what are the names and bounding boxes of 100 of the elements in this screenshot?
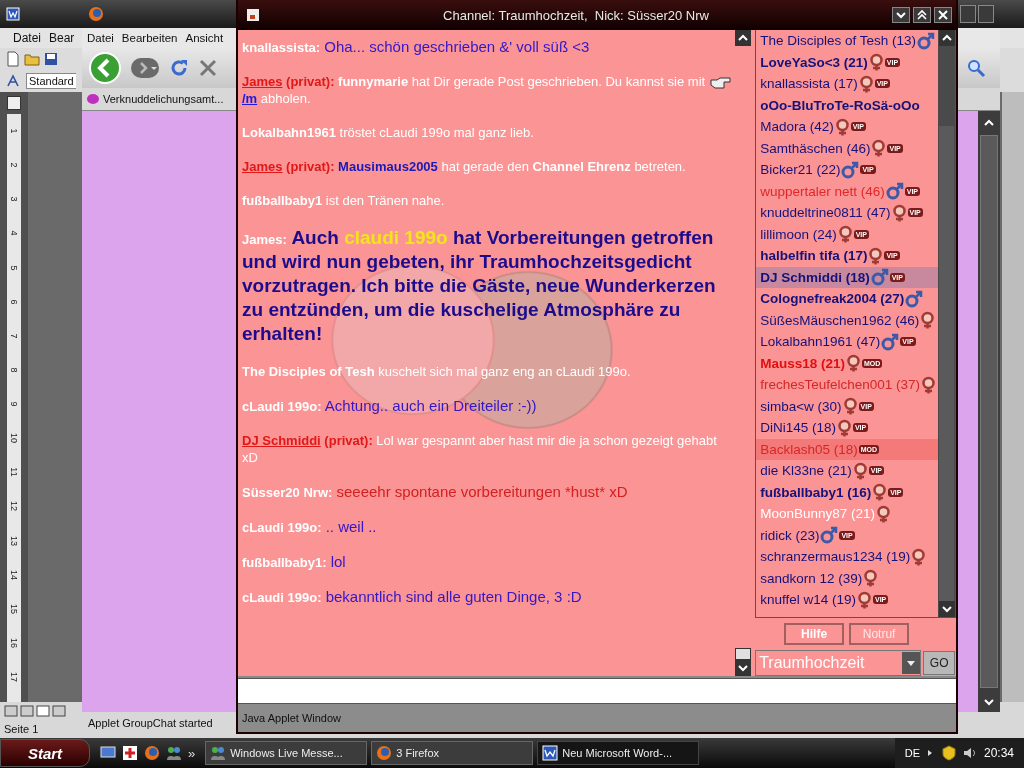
taskbar-button[interactable]: 3 Firefox [371,741,534,765]
stop-icon[interactable] [198,58,218,78]
tab-selector[interactable] [7,96,21,110]
people-icon[interactable] [166,745,182,761]
female-symbol-icon [868,53,884,72]
scroll-down-icon[interactable] [735,660,752,676]
view-buttons-icon[interactable] [4,705,68,717]
menu-item[interactable]: Datei [84,32,117,44]
ruler-number: 5 [9,265,19,270]
male-symbol-icon [820,526,839,545]
ruler-number: 16 [9,637,19,648]
firefox-icon[interactable] [144,745,160,761]
female-symbol-icon [836,418,852,437]
style-field[interactable]: Standard [26,73,76,89]
people-icon [210,745,227,761]
cross-app-icon[interactable] [122,745,138,761]
ruler-number: 12 [9,501,19,512]
menu-item[interactable]: Datei [10,31,44,45]
chat-message: The Disciples of Tesh kuschelt sich mal ganz eng an cLaudi 199o. [242,363,632,380]
chat-message: fußballbaby1: lol [242,553,347,571]
new-document-icon[interactable] [6,51,20,67]
more-button[interactable]: » [188,745,196,761]
ruler-number: 13 [9,535,19,546]
chat-message: knallassista: Oha... schön geschrieben &' voll süß <3 [242,38,591,56]
user-list-item[interactable]: The Disciples of Tesh (13) [756,30,938,52]
ruler-number: 8 [9,367,19,373]
command-link[interactable]: /m [242,91,258,106]
word-document-icon [542,745,559,761]
female-symbol-icon [856,590,872,609]
female-symbol-icon [834,117,850,136]
chat-message: cLaudi 199o: bekanntlich sind alle guten Dinge, 3 :D [242,588,583,606]
pointing-hand-icon [708,75,733,90]
save-icon[interactable] [44,52,58,66]
chat-message: DJ Schmiddi (privat): Lol war gespannt aber hast mir die ja schon gezeigt gehabt xD [242,432,718,466]
ruler-number: 6 [9,299,19,305]
male-symbol-icon [885,182,904,201]
speaker-icon[interactable] [961,746,978,760]
shield-icon[interactable] [941,745,956,761]
male-symbol-icon [917,31,935,50]
desktop-icon[interactable] [100,745,116,761]
male-symbol-icon [870,268,889,287]
user-list-item[interactable]: schranzermaus1234 (19) [756,546,938,568]
menu-item[interactable]: Bearbeiten [118,32,181,44]
male-symbol-icon [905,289,924,308]
scroll-up-icon[interactable] [938,30,955,46]
maximize-button[interactable] [913,7,931,23]
message-input[interactable] [238,678,956,703]
female-symbol-icon [863,569,879,588]
female-symbol-icon [852,461,868,480]
ruler-number: 11 [9,467,19,477]
female-symbol-icon [871,139,887,158]
female-symbol-icon [921,375,936,394]
status-text: Seite 1 [4,723,39,735]
female-symbol-icon [868,246,884,265]
go-button[interactable]: GO [923,651,956,675]
chat-scrollbar[interactable] [735,30,752,676]
female-symbol-icon [911,547,927,566]
female-symbol-icon [837,225,853,244]
scroll-thumb[interactable] [735,648,752,660]
ruler-number: 1 [9,128,19,134]
firefox-icon [376,745,393,761]
female-symbol-icon [876,504,891,523]
male-symbol-icon [881,332,900,351]
taskbar-button[interactable]: Neu Microsoft Word-... [537,741,700,765]
firefox-icon [88,6,104,22]
user-list-item[interactable]: sandkorn 12 (39) [756,567,938,589]
minimize-button[interactable] [892,7,910,23]
menu-item[interactable]: Bear [46,31,78,45]
user-list-item[interactable]: SüßesMäuschen1962 (46) [756,309,938,331]
menu-item[interactable]: Ansicht [182,32,227,44]
user-list-item[interactable]: oOo-BluTroTe-RoSä-oOo [756,94,938,116]
female-symbol-icon [891,203,907,222]
male-symbol-icon [841,160,860,179]
chat-message: James: Auch claudi 199o hat Vorbereitungen getroffen und wird nun gebeten, ihr Traumhochzeitsgedicht vorzutragen. Ich bitte die Gäste, neue Wunderkerzen zu entzünden, um die kuschelige Atmosphäre zu erhalten! [242,226,717,346]
ruler-number: 15 [9,603,19,614]
chat-message: cLaudi 199o: Achtung.. auch ein Dreiteiler :-)) [242,397,538,415]
scroll-down-icon[interactable] [938,601,955,618]
scrollbar[interactable] [1002,92,1024,702]
ruler-number: 3 [9,196,19,202]
ruler-number: 7 [9,333,19,339]
user-list-item[interactable]: Colognefreak2004 (27) [756,288,938,310]
chat-message: fußballbaby1 ist den Tränen nahe. [242,192,446,209]
female-symbol-icon [858,74,874,93]
chat-message: Lokalbahn1961 tröstet cLaudi 199o mal ganz lieb. [242,124,535,141]
style-icon[interactable] [6,74,22,88]
start-button[interactable]: Start [0,739,90,767]
chat-message: James (privat): funnymarie hat Dir gerade Post geschrieben. Du kannst sie mit /m abholen. [242,73,734,107]
ruler-number: 9 [9,401,19,407]
chat-message: James (privat): Mausimaus2005 hat gerade den Channel Ehrenz betreten. [242,158,687,175]
ruler-number: 10 [9,433,19,444]
ruler-number: 2 [9,162,19,168]
window-title: Channel: Traumhochzeit, Nick: Süsser20 Nrw [442,7,710,23]
ruler-number: 14 [9,569,19,580]
taskbar-button[interactable]: Windows Live Messe... [205,741,368,765]
scroll-up-icon[interactable] [735,30,752,46]
search-icon[interactable] [966,58,986,78]
chat-message: cLaudi 199o: .. weil .. [242,518,378,536]
user-list-scrollbar[interactable] [938,30,955,618]
bookmark-link[interactable]: Verknuddelichungsamt... [86,93,224,105]
language-indicator[interactable]: DE [904,747,920,759]
